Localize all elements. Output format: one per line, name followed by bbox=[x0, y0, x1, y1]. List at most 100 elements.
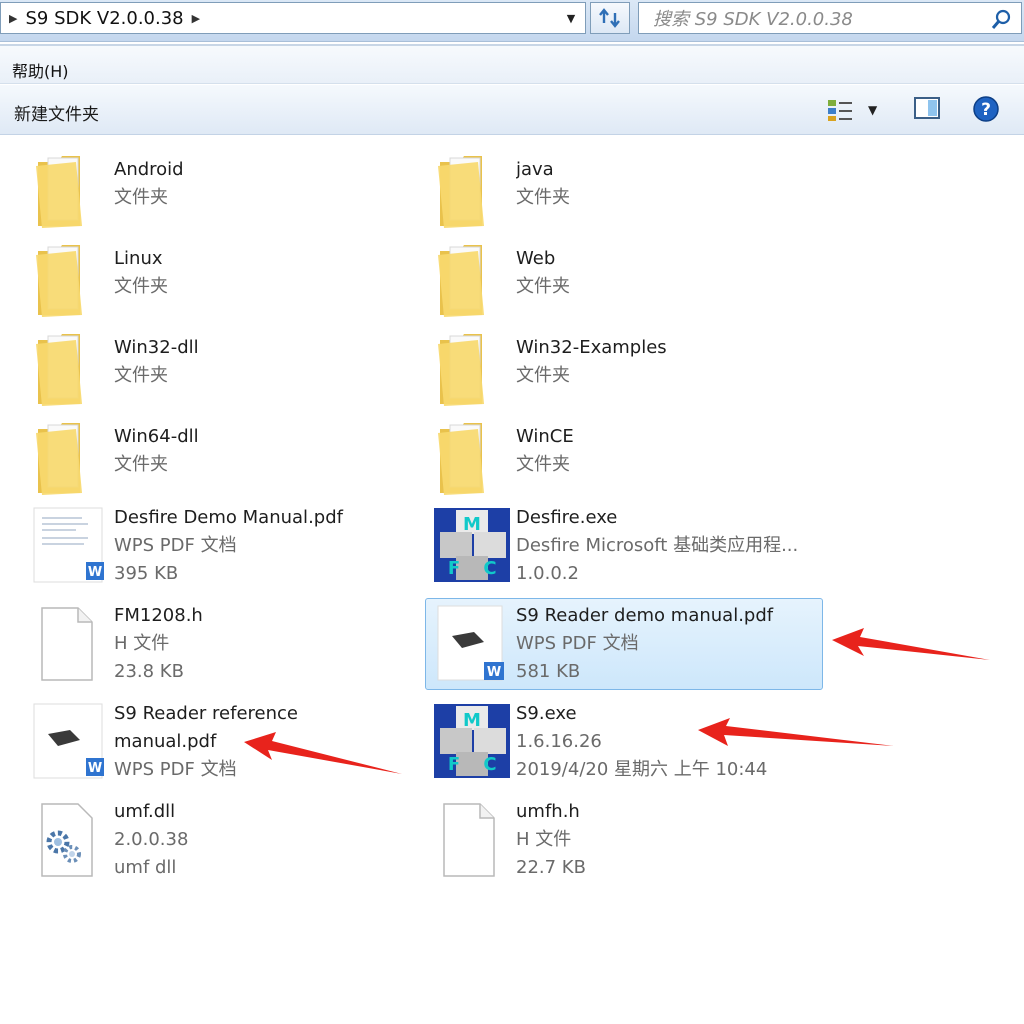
file-item-selected[interactable]: W S9 Reader demo manual.pdf WPS PDF 文档 5… bbox=[434, 602, 824, 692]
mfc-application-icon: M F C bbox=[434, 704, 510, 778]
file-item[interactable]: Win64-dll 文件夹 bbox=[32, 415, 422, 505]
file-item[interactable]: umfh.h H 文件 22.7 KB bbox=[434, 798, 824, 888]
svg-text:W: W bbox=[487, 665, 501, 680]
svg-text:M: M bbox=[463, 514, 481, 535]
item-name: Android bbox=[114, 159, 184, 180]
svg-text:M: M bbox=[463, 710, 481, 731]
item-type: 文件夹 bbox=[516, 454, 570, 475]
item-size: 23.8 KB bbox=[114, 661, 184, 682]
search-icon[interactable] bbox=[991, 8, 1013, 30]
svg-text:W: W bbox=[88, 565, 102, 580]
search-input[interactable]: 搜索 S9 SDK V2.0.0.38 bbox=[653, 5, 853, 31]
view-dropdown-icon[interactable]: ▼ bbox=[868, 103, 877, 117]
pdf-document-icon: W bbox=[437, 605, 504, 681]
view-options-icon bbox=[828, 100, 852, 121]
svg-text:W: W bbox=[88, 761, 102, 776]
file-list-pane: Android 文件夹 java 文件夹 Linux 文件夹 Web 文件夹 W… bbox=[0, 136, 1024, 1024]
item-type: 文件夹 bbox=[114, 276, 168, 297]
item-name: FM1208.h bbox=[114, 605, 203, 626]
item-version: 1.0.0.2 bbox=[516, 563, 579, 584]
address-bar-area: ▶ S9 SDK V2.0.0.38 ▶ ▼ 搜索 S9 SDK V2.0.0.… bbox=[0, 0, 1024, 42]
svg-text:?: ? bbox=[981, 100, 991, 120]
breadcrumb-chevron-icon[interactable]: ▶ bbox=[9, 12, 17, 25]
item-name: Linux bbox=[114, 248, 163, 269]
folder-icon bbox=[36, 245, 82, 317]
new-folder-button[interactable]: 新建文件夹 bbox=[14, 100, 99, 125]
item-name: umf.dll bbox=[114, 801, 176, 822]
item-name: Win32-Examples bbox=[516, 337, 667, 358]
pdf-document-icon: W bbox=[33, 703, 104, 779]
file-item[interactable]: Web 文件夹 bbox=[434, 237, 824, 327]
item-size: 22.7 KB bbox=[516, 857, 586, 878]
file-item[interactable]: Win32-dll 文件夹 bbox=[32, 326, 422, 416]
blank-file-icon bbox=[41, 607, 93, 681]
menu-help[interactable]: 帮助(H) bbox=[12, 58, 69, 82]
item-name: java bbox=[516, 159, 554, 180]
preview-pane-icon bbox=[914, 97, 940, 119]
item-name: Web bbox=[516, 248, 556, 269]
item-name: WinCE bbox=[516, 426, 574, 447]
file-item[interactable]: Linux 文件夹 bbox=[32, 237, 422, 327]
pdf-document-icon: W bbox=[33, 507, 104, 583]
refresh-button[interactable] bbox=[590, 2, 630, 34]
item-size: 581 KB bbox=[516, 661, 581, 682]
item-type: 文件夹 bbox=[516, 187, 570, 208]
mfc-application-icon: M F C bbox=[434, 508, 510, 582]
folder-icon bbox=[36, 156, 82, 228]
command-toolbar: 新建文件夹 ▼ ? bbox=[0, 85, 1024, 135]
item-size: 395 KB bbox=[114, 563, 179, 584]
item-type: 文件夹 bbox=[114, 187, 168, 208]
item-type: WPS PDF 文档 bbox=[516, 633, 639, 654]
help-button[interactable]: ? bbox=[972, 95, 1000, 123]
refresh-icon bbox=[599, 8, 620, 28]
item-name: Win64-dll bbox=[114, 426, 199, 447]
svg-text:F: F bbox=[448, 754, 460, 775]
blank-file-icon bbox=[443, 803, 495, 877]
address-bar[interactable]: ▶ S9 SDK V2.0.0.38 ▶ ▼ bbox=[0, 2, 586, 34]
red-annotation-arrow bbox=[244, 732, 402, 774]
item-description: Desfire Microsoft 基础类应用程... bbox=[516, 535, 799, 556]
help-icon: ? bbox=[973, 96, 999, 122]
menu-bar: 帮助(H) bbox=[0, 44, 1024, 84]
address-history-dropdown-icon[interactable]: ▼ bbox=[557, 3, 585, 33]
item-name: S9 Reader reference bbox=[114, 703, 298, 724]
item-type: WPS PDF 文档 bbox=[114, 535, 237, 556]
folder-icon bbox=[36, 334, 82, 406]
item-name: Win32-dll bbox=[114, 337, 199, 358]
item-description: umf dll bbox=[114, 857, 177, 878]
folder-icon bbox=[438, 334, 484, 406]
item-date: 2019/4/20 星期六 上午 10:44 bbox=[516, 759, 768, 780]
item-type: 文件夹 bbox=[114, 365, 168, 386]
breadcrumb-current[interactable]: S9 SDK V2.0.0.38 bbox=[25, 8, 183, 29]
file-item[interactable]: FM1208.h H 文件 23.8 KB bbox=[32, 602, 422, 692]
item-type: 文件夹 bbox=[516, 365, 570, 386]
item-type: 文件夹 bbox=[114, 454, 168, 475]
dll-gear-icon bbox=[41, 803, 93, 877]
folder-icon bbox=[438, 245, 484, 317]
file-item[interactable]: Win32-Examples 文件夹 bbox=[434, 326, 824, 416]
file-item[interactable]: umf.dll 2.0.0.38 umf dll bbox=[32, 798, 422, 888]
file-item[interactable]: java 文件夹 bbox=[434, 148, 824, 238]
search-box[interactable]: 搜索 S9 SDK V2.0.0.38 bbox=[638, 2, 1022, 34]
red-annotation-arrow bbox=[832, 628, 990, 660]
folder-icon bbox=[438, 156, 484, 228]
file-item[interactable]: W Desfire Demo Manual.pdf WPS PDF 文档 395… bbox=[32, 504, 422, 594]
item-name: umfh.h bbox=[516, 801, 580, 822]
red-annotation-arrow bbox=[698, 718, 894, 746]
change-view-button[interactable]: ▼ bbox=[826, 95, 886, 125]
item-name: Desfire.exe bbox=[516, 507, 618, 528]
file-item[interactable]: M F C Desfire.exe Desfire Microsoft 基础类应… bbox=[434, 504, 824, 594]
svg-text:F: F bbox=[448, 558, 460, 579]
item-type: H 文件 bbox=[516, 829, 572, 850]
item-name: Desfire Demo Manual.pdf bbox=[114, 507, 343, 528]
file-item[interactable]: Android 文件夹 bbox=[32, 148, 422, 238]
breadcrumb-chevron-icon[interactable]: ▶ bbox=[192, 12, 200, 25]
svg-text:C: C bbox=[483, 754, 496, 775]
file-item[interactable]: WinCE 文件夹 bbox=[434, 415, 824, 505]
item-version: 2.0.0.38 bbox=[114, 829, 189, 850]
item-type: H 文件 bbox=[114, 633, 170, 654]
folder-icon bbox=[438, 423, 484, 495]
item-name: S9 Reader demo manual.pdf bbox=[516, 605, 774, 626]
folder-icon bbox=[36, 423, 82, 495]
preview-pane-button[interactable] bbox=[912, 95, 944, 125]
